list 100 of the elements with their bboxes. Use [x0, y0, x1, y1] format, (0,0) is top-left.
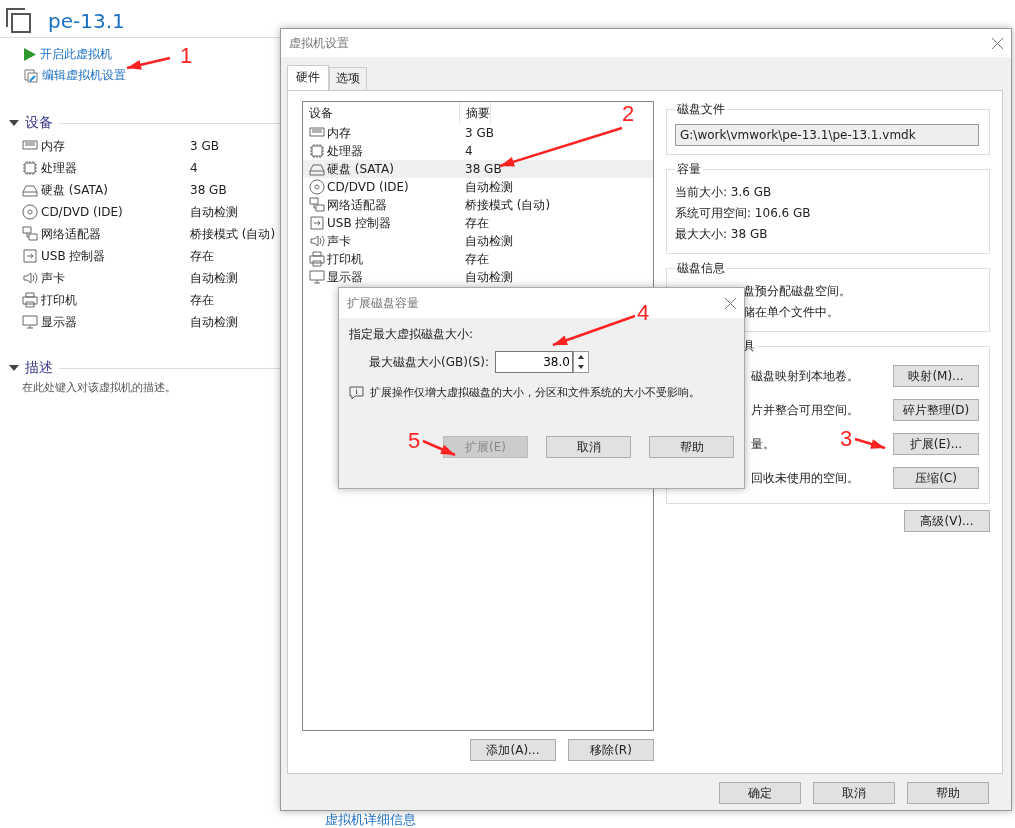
- annotation-arrow: [854, 437, 886, 450]
- capacity-line: 最大大小: 38 GB: [675, 226, 769, 243]
- device-name[interactable]: 显示器: [41, 313, 77, 331]
- device-icon: [309, 143, 325, 159]
- close-icon[interactable]: [992, 37, 1003, 49]
- dialog-button[interactable]: 取消: [813, 782, 895, 804]
- device-value: 自动检测: [190, 269, 238, 287]
- close-icon[interactable]: [725, 297, 736, 309]
- note-text: 扩展操作仅增大虚拟磁盘的大小，分区和文件系统的大小不受影响。: [370, 385, 700, 400]
- device-name[interactable]: 处理器: [41, 159, 77, 177]
- remove-button[interactable]: 移除(R): [568, 739, 654, 761]
- device-name: 声卡: [327, 232, 351, 250]
- group-heading: 容量: [676, 161, 702, 178]
- utility-button[interactable]: 压缩(C): [893, 467, 979, 489]
- collapse-icon[interactable]: [9, 365, 19, 371]
- column-header[interactable]: 设备: [303, 102, 460, 124]
- utility-text: 磁盘映射到本地卷。: [751, 367, 859, 385]
- device-name[interactable]: 内存: [41, 137, 65, 155]
- device-name[interactable]: USB 控制器: [41, 247, 106, 265]
- device-icon: [22, 314, 38, 330]
- group-heading: 磁盘信息: [676, 260, 726, 277]
- device-name[interactable]: 打印机: [41, 291, 77, 309]
- capacity-line: 当前大小: 3.6 GB: [675, 184, 773, 201]
- disk-file-field[interactable]: G:\work\vmwork\pe-13.1\pe-13.1.vmdk: [675, 124, 979, 146]
- utility-button[interactable]: 碎片整理(D): [893, 399, 979, 421]
- device-value: 桥接模式 (自动): [190, 225, 276, 243]
- utility-text: 量。: [751, 435, 775, 453]
- device-summary: 38 GB: [464, 162, 502, 176]
- size-field[interactable]: 38.0: [494, 351, 573, 373]
- device-icon: [22, 182, 38, 198]
- device-icon: [309, 269, 325, 285]
- settings-edit-icon: [24, 68, 38, 83]
- section-heading: 描述: [25, 359, 53, 377]
- tab[interactable]: 选项: [329, 67, 367, 90]
- device-name: CD/DVD (IDE): [327, 180, 409, 194]
- annotation-number: 1: [180, 43, 193, 68]
- annotation-number: 2: [622, 101, 635, 126]
- device-summary: 4: [464, 144, 473, 158]
- device-icon: [309, 215, 325, 231]
- action-link[interactable]: 开启此虚拟机: [40, 46, 112, 63]
- add-button[interactable]: 添加(A)...: [470, 739, 556, 761]
- dialog-button[interactable]: 帮助: [907, 782, 989, 804]
- device-name[interactable]: 声卡: [41, 269, 65, 287]
- field-label: 最大磁盘大小(GB)(S):: [369, 353, 489, 371]
- section-heading: 设备: [25, 114, 53, 132]
- device-row[interactable]: 内存 3 GB: [303, 124, 653, 142]
- utility-button[interactable]: 扩展(E)...: [893, 433, 979, 455]
- annotation-arrow: [422, 439, 456, 457]
- utility-text: 片并整合可用空间。: [751, 401, 859, 419]
- device-icon: [309, 233, 325, 249]
- device-value: 3 GB: [190, 139, 219, 153]
- device-row[interactable]: CD/DVD (IDE) 自动检测: [303, 178, 653, 196]
- device-icon: [22, 270, 38, 286]
- device-row[interactable]: USB 控制器 存在: [303, 214, 653, 232]
- device-value: 自动检测: [190, 313, 238, 331]
- annotation-arrow: [126, 56, 171, 70]
- dialog-button[interactable]: 确定: [719, 782, 801, 804]
- device-row[interactable]: 显示器 自动检测: [303, 268, 653, 286]
- utility-button[interactable]: 映射(M)...: [893, 365, 979, 387]
- device-summary: 自动检测: [464, 178, 513, 196]
- device-icon: [309, 179, 325, 195]
- spin-arrows-icon[interactable]: [572, 351, 589, 373]
- dialog-title: 扩展磁盘容量: [347, 294, 419, 312]
- device-summary: 桥接模式 (自动): [464, 196, 551, 214]
- device-row[interactable]: 打印机 存在: [303, 250, 653, 268]
- device-icon: [22, 292, 38, 308]
- dialog-button[interactable]: 帮助: [649, 436, 734, 458]
- annotation-number: 5: [408, 428, 421, 453]
- device-name[interactable]: 网络适配器: [41, 225, 101, 243]
- annotation-number: 3: [840, 426, 853, 451]
- device-value: 4: [190, 161, 198, 175]
- device-value: 38 GB: [190, 183, 227, 197]
- device-icon: [22, 204, 38, 220]
- device-summary: 存在: [464, 214, 489, 232]
- device-name: 硬盘 (SATA): [327, 160, 394, 178]
- device-row[interactable]: 硬盘 (SATA) 38 GB: [303, 160, 653, 178]
- column-header[interactable]: 摘要: [460, 102, 491, 124]
- details-link[interactable]: 虚拟机详细信息: [325, 811, 416, 828]
- device-icon: [22, 226, 38, 242]
- device-icon: [22, 248, 38, 264]
- advanced-button[interactable]: 高级(V)...: [904, 510, 990, 532]
- device-row[interactable]: 处理器 4: [303, 142, 653, 160]
- device-summary: 存在: [464, 250, 489, 268]
- device-value: 存在: [190, 291, 214, 309]
- description-placeholder[interactable]: 在此处键入对该虚拟机的描述。: [0, 380, 280, 395]
- dialog-button[interactable]: 取消: [546, 436, 631, 458]
- device-row[interactable]: 网络适配器 桥接模式 (自动): [303, 196, 653, 214]
- capacity-line: 系统可用空间: 106.6 GB: [675, 205, 812, 222]
- device-summary: 自动检测: [464, 232, 513, 250]
- utility-text: 回收未使用的空间。: [751, 469, 859, 487]
- action-link[interactable]: 编辑虚拟机设置: [42, 67, 126, 84]
- tab[interactable]: 硬件: [287, 65, 329, 90]
- device-name[interactable]: CD/DVD (IDE): [41, 205, 123, 219]
- device-name: 处理器: [327, 142, 363, 160]
- device-summary: 自动检测: [464, 268, 513, 286]
- collapse-icon[interactable]: [9, 120, 19, 126]
- device-row[interactable]: 声卡 自动检测: [303, 232, 653, 250]
- device-name[interactable]: 硬盘 (SATA): [41, 181, 108, 199]
- info-icon: [349, 385, 364, 400]
- device-name: 网络适配器: [327, 196, 387, 214]
